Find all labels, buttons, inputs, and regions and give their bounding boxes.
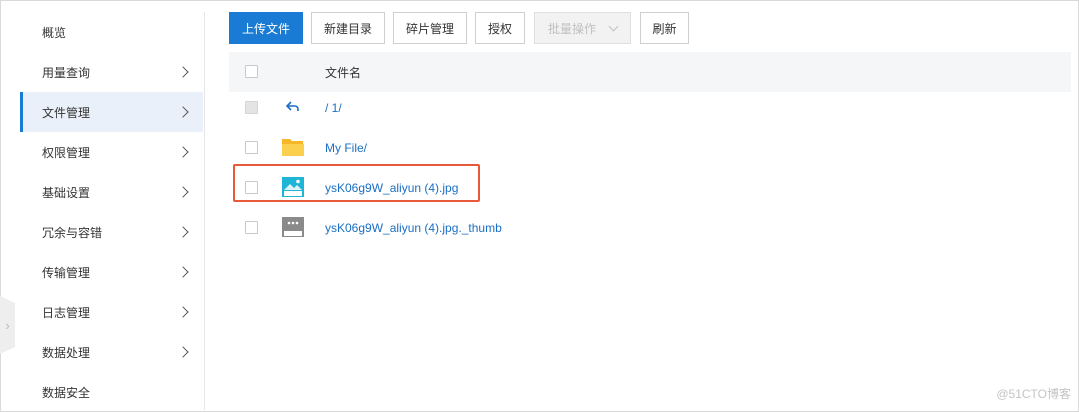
sidebar-item-data-security[interactable]: 数据安全 bbox=[20, 372, 203, 412]
chevron-right-icon bbox=[177, 106, 189, 118]
file-name-link[interactable]: My File/ bbox=[325, 141, 367, 155]
sidebar-item-label: 数据处理 bbox=[42, 345, 91, 360]
refresh-button[interactable]: 刷新 bbox=[640, 12, 689, 44]
sidebar-item-transfer[interactable]: 传输管理 bbox=[20, 252, 203, 292]
sidebar-item-permissions[interactable]: 权限管理 bbox=[20, 132, 203, 172]
batch-operations-label: 批量操作 bbox=[547, 21, 596, 36]
chevron-right-icon: › bbox=[5, 317, 10, 333]
chevron-right-icon bbox=[177, 306, 189, 318]
folder-icon bbox=[281, 136, 305, 158]
sidebar-item-label: 文件管理 bbox=[42, 105, 91, 120]
generic-file-icon bbox=[281, 216, 305, 238]
sidebar-item-overview[interactable]: 概览 bbox=[20, 12, 203, 52]
authorize-button[interactable]: 授权 bbox=[475, 12, 525, 44]
chevron-right-icon bbox=[177, 146, 189, 158]
row-checkbox[interactable] bbox=[245, 141, 258, 154]
row-checkbox[interactable] bbox=[245, 221, 258, 234]
table-row[interactable]: My File/ bbox=[229, 128, 1071, 168]
upload-button[interactable]: 上传文件 bbox=[229, 12, 303, 44]
file-name-link[interactable]: ysK06g9W_aliyun (4).jpg bbox=[325, 181, 458, 195]
sidebar-item-redundancy[interactable]: 冗余与容错 bbox=[20, 212, 203, 252]
chevron-right-icon bbox=[177, 346, 189, 358]
chevron-right-icon bbox=[177, 186, 189, 198]
sidebar-item-label: 日志管理 bbox=[42, 305, 91, 320]
watermark: @51CTO博客 bbox=[996, 387, 1071, 401]
fragment-management-button[interactable]: 碎片管理 bbox=[393, 12, 467, 44]
table-row[interactable]: ysK06g9W_aliyun (4).jpg bbox=[229, 168, 1071, 208]
row-checkbox[interactable] bbox=[245, 181, 258, 194]
batch-operations-dropdown[interactable]: 批量操作 bbox=[534, 12, 631, 44]
column-header-filename: 文件名 bbox=[325, 65, 362, 80]
sidebar-item-logs[interactable]: 日志管理 bbox=[20, 292, 203, 332]
sidebar: 概览 用量查询 文件管理 权限管理 基础设置 冗余与容错 传输管理 日志管理 数… bbox=[20, 12, 205, 410]
chevron-right-icon bbox=[177, 266, 189, 278]
sidebar-collapse-handle[interactable]: › bbox=[0, 296, 15, 354]
chevron-down-icon bbox=[608, 21, 619, 31]
chevron-right-icon bbox=[177, 226, 189, 238]
chevron-right-icon bbox=[177, 66, 189, 78]
sidebar-item-label: 概览 bbox=[42, 25, 67, 40]
sidebar-item-label: 用量查询 bbox=[42, 65, 91, 80]
sidebar-item-label: 数据安全 bbox=[42, 385, 91, 400]
image-file-icon bbox=[281, 176, 305, 198]
sidebar-item-data-processing[interactable]: 数据处理 bbox=[20, 332, 203, 372]
sidebar-item-label: 冗余与容错 bbox=[42, 225, 103, 240]
table-row[interactable]: ysK06g9W_aliyun (4).jpg._thumb bbox=[229, 208, 1071, 248]
sidebar-item-label: 权限管理 bbox=[42, 145, 91, 160]
file-name-link[interactable]: ysK06g9W_aliyun (4).jpg._thumb bbox=[325, 221, 502, 235]
sidebar-item-usage[interactable]: 用量查询 bbox=[20, 52, 203, 92]
sidebar-item-label: 基础设置 bbox=[42, 185, 91, 200]
back-arrow-icon[interactable] bbox=[285, 98, 301, 114]
parent-path-link[interactable]: / 1/ bbox=[325, 101, 342, 115]
table-row-parent[interactable]: / 1/ bbox=[229, 88, 1071, 128]
select-all-checkbox[interactable] bbox=[245, 65, 258, 78]
sidebar-item-file-management[interactable]: 文件管理 bbox=[20, 92, 203, 132]
row-checkbox bbox=[245, 101, 258, 114]
table-header: 文件名 bbox=[229, 52, 1071, 92]
sidebar-item-basic-settings[interactable]: 基础设置 bbox=[20, 172, 203, 212]
new-directory-button[interactable]: 新建目录 bbox=[311, 12, 385, 44]
sidebar-item-label: 传输管理 bbox=[42, 265, 91, 280]
